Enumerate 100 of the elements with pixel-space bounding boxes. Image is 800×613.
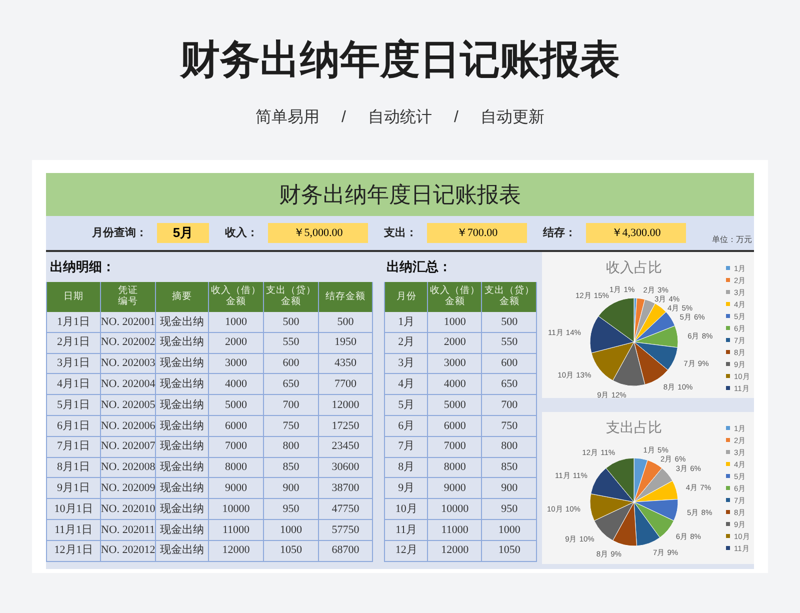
table-cell: NO. 202001 bbox=[101, 312, 156, 333]
table-cell: 11000 bbox=[428, 520, 482, 541]
table-cell: 1000 bbox=[428, 312, 482, 333]
table-cell: 950 bbox=[264, 499, 319, 520]
sheet-title: 财务出纳年度日记账报表 bbox=[279, 181, 521, 209]
table-cell: 现金出纳 bbox=[156, 354, 209, 374]
table-cell: 3000 bbox=[209, 354, 264, 374]
table-cell: 650 bbox=[482, 374, 538, 396]
table-cell: 550 bbox=[264, 332, 319, 354]
chart-title: 收入占比 bbox=[606, 259, 662, 275]
table-cell: 现金出纳 bbox=[156, 416, 209, 437]
column-header: 月份 bbox=[385, 282, 428, 312]
table-cell: 47750 bbox=[319, 499, 373, 520]
table-cell: 850 bbox=[264, 458, 319, 478]
table-cell: 1月1日 bbox=[47, 312, 101, 333]
table-cell: 2000 bbox=[428, 332, 482, 354]
table-cell: 6000 bbox=[209, 416, 264, 437]
amount-value: ￥700.00 bbox=[427, 223, 527, 243]
table-cell: 500 bbox=[482, 312, 538, 333]
table-cell: 11000 bbox=[209, 520, 264, 541]
table-cell: 8000 bbox=[428, 458, 482, 478]
table-cell: NO. 202007 bbox=[101, 436, 156, 458]
section-title: 出纳明细： bbox=[50, 258, 115, 276]
table-cell: 800 bbox=[264, 436, 319, 458]
table-cell: 1000 bbox=[482, 520, 538, 541]
table-cell: 1950 bbox=[319, 332, 373, 354]
table-cell: 650 bbox=[264, 374, 319, 396]
table-cell: 12000 bbox=[428, 540, 482, 562]
table-cell: NO. 202009 bbox=[101, 478, 156, 500]
table-cell: 6月1日 bbox=[47, 416, 101, 437]
column-header: 凭证编号 bbox=[101, 282, 156, 312]
table-cell: 7月1日 bbox=[47, 436, 101, 458]
query-label: 结存： bbox=[543, 226, 576, 241]
table-cell: NO. 202010 bbox=[101, 499, 156, 520]
table-cell: 现金出纳 bbox=[156, 374, 209, 396]
table-cell: 750 bbox=[482, 416, 538, 437]
table-cell: 68700 bbox=[319, 540, 373, 562]
month-value: 5月 bbox=[157, 223, 209, 243]
chart-title: 支出占比 bbox=[606, 419, 662, 435]
table-cell: NO. 202005 bbox=[101, 395, 156, 416]
table-cell: 30600 bbox=[319, 458, 373, 478]
table-cell: 现金出纳 bbox=[156, 458, 209, 478]
table-cell: 10000 bbox=[428, 499, 482, 520]
unit-label: 单位：万元 bbox=[712, 234, 752, 246]
column-header: 收入（借）金额 bbox=[428, 282, 482, 312]
table-cell: 9000 bbox=[428, 478, 482, 500]
table-cell: 850 bbox=[482, 458, 538, 478]
tagline-item: 自动统计 bbox=[368, 108, 432, 128]
table-cell: 1000 bbox=[264, 520, 319, 541]
query-label: 月份查询： bbox=[92, 226, 147, 241]
table-cell: 7月 bbox=[385, 436, 428, 458]
table-cell: 57750 bbox=[319, 520, 373, 541]
table-cell: 12000 bbox=[209, 540, 264, 562]
column-header: 支出（贷）金额 bbox=[264, 282, 319, 312]
table-cell: 5月 bbox=[385, 395, 428, 416]
table-cell: 2月1日 bbox=[47, 332, 101, 354]
table-cell: 9月1日 bbox=[47, 478, 101, 500]
table-cell: 950 bbox=[482, 499, 538, 520]
amount-value: ￥5,000.00 bbox=[268, 223, 368, 243]
query-label: 支出： bbox=[384, 226, 417, 241]
table-cell: 4350 bbox=[319, 354, 373, 374]
table-cell: 750 bbox=[264, 416, 319, 437]
query-label: 收入： bbox=[225, 226, 258, 241]
table-cell: 现金出纳 bbox=[156, 395, 209, 416]
table-cell: 600 bbox=[482, 354, 538, 374]
table-cell: 2000 bbox=[209, 332, 264, 354]
table-cell: 12月 bbox=[385, 540, 428, 562]
table-cell: 8000 bbox=[209, 458, 264, 478]
table-cell: 现金出纳 bbox=[156, 478, 209, 500]
table-cell: 现金出纳 bbox=[156, 540, 209, 562]
table-cell: 900 bbox=[482, 478, 538, 500]
table-cell: 38700 bbox=[319, 478, 373, 500]
table-cell: 7700 bbox=[319, 374, 373, 396]
table-cell: 900 bbox=[264, 478, 319, 500]
table-cell: NO. 202004 bbox=[101, 374, 156, 396]
table-cell: 现金出纳 bbox=[156, 520, 209, 541]
page-title: 财务出纳年度日记账报表 bbox=[180, 37, 620, 84]
column-header: 日期 bbox=[47, 282, 101, 312]
separator: / bbox=[454, 108, 458, 128]
table-cell: 1000 bbox=[209, 312, 264, 333]
table-cell: 500 bbox=[319, 312, 373, 333]
table-cell: 12000 bbox=[319, 395, 373, 416]
table-cell: 550 bbox=[482, 332, 538, 354]
tagline-item: 自动更新 bbox=[480, 108, 544, 128]
tagline-item: 简单易用 bbox=[256, 108, 320, 128]
table-cell: 10月1日 bbox=[47, 499, 101, 520]
table-cell: 17250 bbox=[319, 416, 373, 437]
table-cell: 11月 bbox=[385, 520, 428, 541]
table-cell: NO. 202008 bbox=[101, 458, 156, 478]
table-cell: 3月 bbox=[385, 354, 428, 374]
table-cell: 4000 bbox=[428, 374, 482, 396]
column-header: 支出（贷）金额 bbox=[482, 282, 538, 312]
table-cell: 600 bbox=[264, 354, 319, 374]
table-cell: 4月1日 bbox=[47, 374, 101, 396]
table-cell: 700 bbox=[264, 395, 319, 416]
separator: / bbox=[342, 108, 346, 128]
table-cell: 7000 bbox=[428, 436, 482, 458]
table-cell: 12月1日 bbox=[47, 540, 101, 562]
table-cell: 2月 bbox=[385, 332, 428, 354]
table-cell: NO. 202003 bbox=[101, 354, 156, 374]
